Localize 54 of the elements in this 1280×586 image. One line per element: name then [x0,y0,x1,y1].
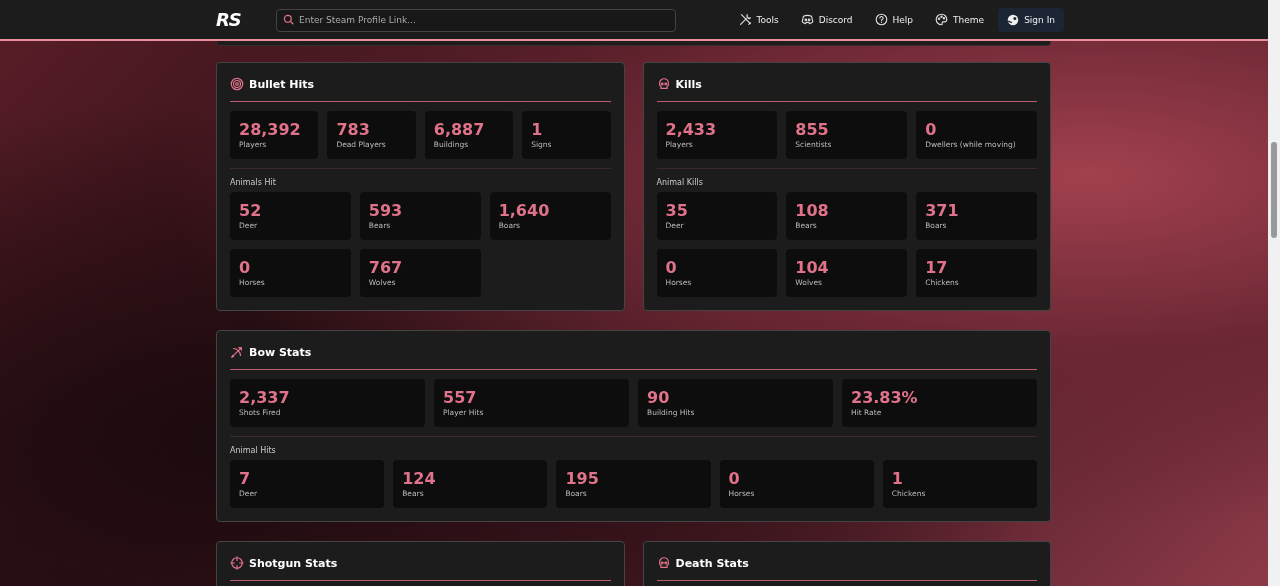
stat-value: 195 [565,469,600,488]
card-title: Death Stats [675,556,749,570]
stat-value: 767 [368,258,404,277]
stat-value: 104 [795,258,830,277]
stat-value: 35 [665,201,689,220]
stat-value: 23.83% [851,388,919,407]
stat-value: 124 [402,469,437,488]
card-title: Kills [675,77,702,91]
palette-icon [935,13,949,26]
stat-value: 371 [925,201,960,220]
scrollbar[interactable] [1268,0,1280,586]
card-title: Shotgun Stats [249,556,338,570]
controller-icon [800,13,814,26]
stat-value: 1 [531,120,544,139]
skull-icon [656,556,671,570]
stat-value: 7 [239,469,252,488]
logo[interactable]: RS [216,9,276,30]
card-title: Bullet Hits [249,77,315,91]
stat-value: 0 [728,469,741,488]
stat-value: 593 [368,201,404,220]
stat-value: 52 [239,201,263,220]
skull-icon [656,77,671,91]
stat-value: 17 [925,258,949,277]
nav-link[interactable]: Help [866,8,922,31]
stat-value: 0 [239,258,252,277]
search-icon [283,14,294,25]
stat-value: 1 [891,469,904,488]
stat-value: 783 [336,120,371,139]
stat-value: 855 [795,120,830,139]
steam-icon [1007,13,1020,26]
stat-value: 2,433 [665,120,718,139]
target-icon [230,77,244,91]
stat-value: 2,337 [239,388,291,407]
stat-value: 28,392 [239,120,302,139]
search-field[interactable]: Enter Steam Profile Link... [276,8,676,32]
nav-link[interactable]: Tools [730,8,787,31]
stat-value: 108 [795,201,830,220]
crosshair-icon [230,556,244,570]
nav-link[interactable]: Discord [792,8,861,31]
group-label: Animals Hit [230,178,277,187]
stat-value: 90 [647,388,671,407]
sign-in-button[interactable]: Sign In [998,7,1064,32]
stat-value: 0 [925,120,938,139]
nav-link[interactable]: Theme [927,8,993,31]
bow-arrow-icon [230,345,244,359]
stat-value: 1,640 [498,201,551,220]
help-icon [874,13,888,26]
tools-icon [738,13,752,26]
card-title: Bow Stats [249,345,312,359]
stat-value: 6,887 [433,120,486,139]
group-label: Animal Hits [230,446,277,455]
stat-value: 0 [665,258,678,277]
stat-value: 557 [443,388,478,407]
group-label: Animal Kills [656,178,704,187]
